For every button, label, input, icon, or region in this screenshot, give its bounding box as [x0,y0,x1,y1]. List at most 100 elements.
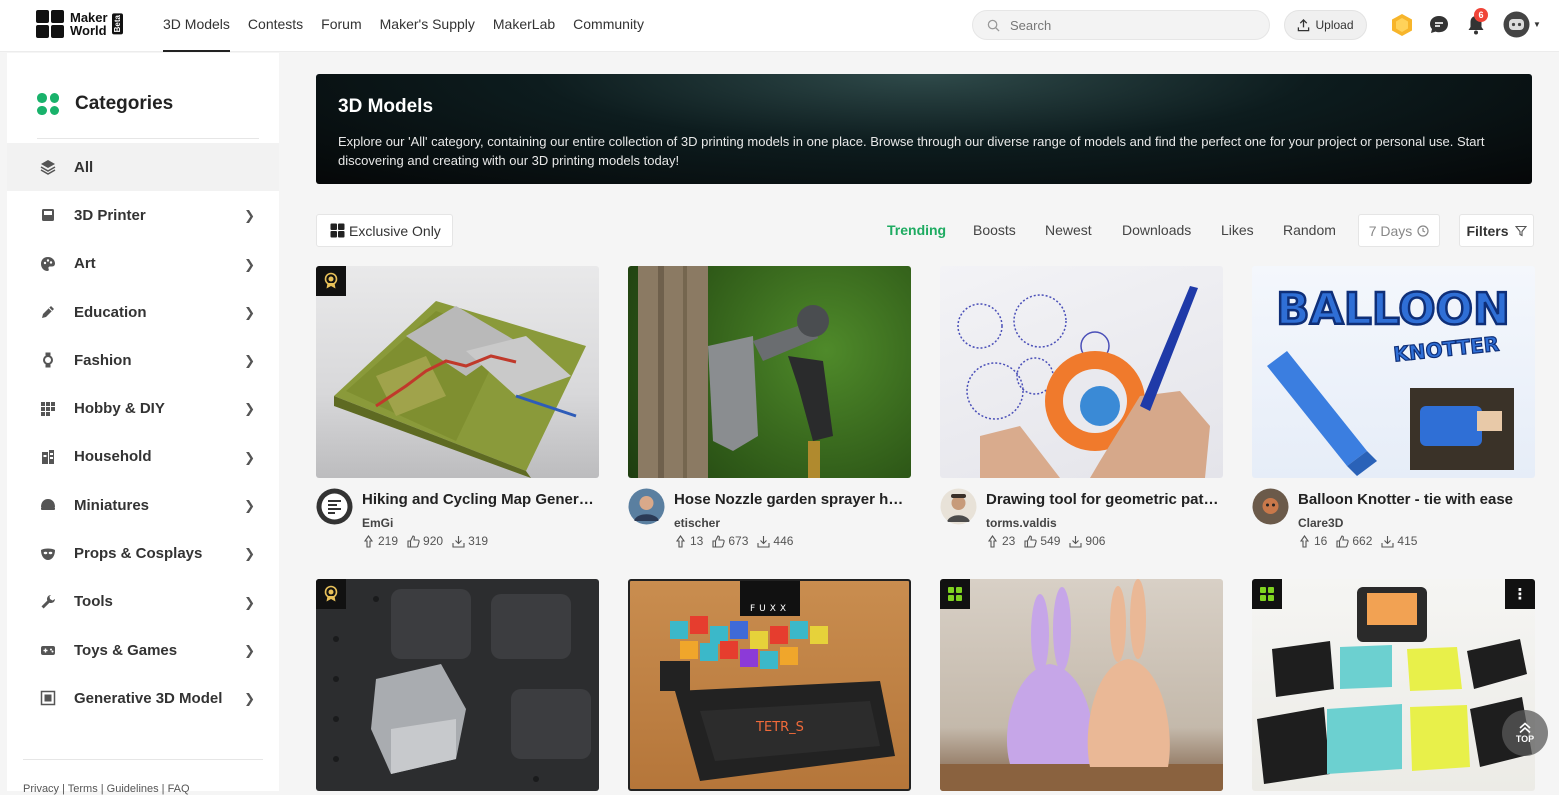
message-icon[interactable] [1427,13,1451,37]
scroll-to-top-button[interactable]: TOP [1502,710,1548,756]
model-title[interactable]: Hiking and Cycling Map Generator [362,491,599,508]
notification-badge: 6 [1474,8,1488,22]
category-label: Fashion [74,351,132,369]
model-title[interactable]: Balloon Knotter - tie with ease [1298,491,1535,508]
sort-boosts[interactable]: Boosts [973,222,1016,238]
cube-frame-icon [39,689,57,707]
like-count: 662 [1352,534,1373,548]
category-toys-games[interactable]: Toys & Games ❯ [7,626,279,674]
category-generative-3d-model[interactable]: Generative 3D Model ❯ [7,674,279,722]
exclusive-only-toggle[interactable]: Exclusive Only [316,214,453,247]
model-card[interactable]: Hose Nozzle garden sprayer holder etisch… [628,266,911,548]
model-thumbnail[interactable] [628,266,911,478]
author-name[interactable]: etischer [674,516,720,530]
footer-link-terms[interactable]: Terms [68,783,98,795]
model-card[interactable] [940,579,1223,791]
upload-button[interactable]: Upload [1284,10,1367,40]
model-thumbnail[interactable]: BALLOON KNOTTER [1252,266,1535,478]
like-count: 673 [728,534,749,548]
category-household[interactable]: Household ❯ [7,433,279,481]
filters-label: Filters [1466,222,1509,239]
author-avatar[interactable] [628,488,665,525]
nav-makers-supply[interactable]: Maker's Supply [380,0,475,52]
nav-3d-models[interactable]: 3D Models [163,0,230,52]
user-menu[interactable]: ▼ [1503,11,1541,38]
author-avatar[interactable] [1252,488,1289,525]
like-count: 549 [1040,534,1061,548]
search-box[interactable] [972,10,1270,40]
chevron-right-icon: ❯ [244,449,255,465]
sort-downloads[interactable]: Downloads [1122,222,1191,238]
category-label: Household [74,448,152,466]
category-banner: 3D Models Explore our 'All' category, co… [316,74,1532,184]
model-card[interactable] [316,579,599,791]
author-avatar[interactable] [940,488,977,525]
model-title[interactable]: Drawing tool for geometric patterns [986,491,1223,508]
category-education[interactable]: Education ❯ [7,288,279,336]
model-thumbnail[interactable]: ⋮ [1252,579,1535,791]
chevron-right-icon: ❯ [244,594,255,610]
model-card[interactable]: FUXX TETR_S [628,579,911,791]
more-options-icon[interactable]: ⋮ [1505,579,1535,609]
logo-line-2: World [70,23,107,38]
footer-link-faq[interactable]: FAQ [168,783,190,795]
footer-link-privacy[interactable]: Privacy [23,783,59,795]
model-thumbnail[interactable] [316,579,599,791]
model-card[interactable]: ⋮ [1252,579,1535,791]
sort-trending[interactable]: Trending [887,222,946,238]
category-3d-printer[interactable]: 3D Printer ❯ [7,191,279,239]
printer-icon [39,206,57,224]
category-hobby-diy[interactable]: Hobby & DIY ❯ [7,384,279,432]
nav-forum[interactable]: Forum [321,0,361,52]
tetris-puzzle-image: FUXX TETR_S [660,581,895,781]
model-thumbnail[interactable]: FUXX TETR_S [628,579,911,791]
nav-makerlab[interactable]: MakerLab [493,0,555,52]
page-title: 3D Models [338,96,434,117]
model-title[interactable]: Hose Nozzle garden sprayer holder [674,491,911,508]
watch-icon [39,351,57,369]
nav-community[interactable]: Community [573,0,644,52]
categories-icon [37,93,59,115]
palette-icon [39,255,57,273]
category-list: All 3D Printer ❯ Art ❯ Education ❯ Fashi… [7,143,279,723]
sort-newest[interactable]: Newest [1045,222,1092,238]
category-art[interactable]: Art ❯ [7,240,279,288]
search-input[interactable] [1010,17,1250,33]
wrench-icon [39,593,57,611]
author-name[interactable]: torms.valdis [986,516,1057,530]
author-name[interactable]: EmGi [362,516,393,530]
author-avatar[interactable] [316,488,353,525]
thumbs-up-icon [712,534,726,548]
nav-contests[interactable]: Contests [248,0,303,52]
model-thumbnail[interactable] [316,266,599,478]
model-thumbnail[interactable] [940,579,1223,791]
download-count: 446 [773,534,794,548]
category-all[interactable]: All [7,143,279,192]
model-thumbnail[interactable] [940,266,1223,478]
filters-button[interactable]: Filters [1459,214,1534,247]
category-label: Hobby & DIY [74,400,165,418]
categories-title: Categories [75,93,174,114]
double-chevron-up-icon [1519,722,1531,734]
balloon-title-text: BALLOON [1276,284,1510,335]
model-card[interactable]: Drawing tool for geometric patterns torm… [940,266,1223,548]
thumbs-up-icon [1336,534,1350,548]
layers-icon [39,158,57,176]
makerworld-logo[interactable]: Maker World Beta [36,10,123,38]
model-card[interactable]: Hiking and Cycling Map Generator EmGi 21… [316,266,599,548]
logo-mark-icon [36,10,64,38]
category-fashion[interactable]: Fashion ❯ [7,336,279,384]
points-hexagon-icon[interactable] [1390,13,1414,37]
category-miniatures[interactable]: Miniatures ❯ [7,481,279,529]
time-period-select[interactable]: 7 Days [1358,214,1440,247]
category-tools[interactable]: Tools ❯ [7,578,279,626]
download-icon [452,535,465,548]
helmet-icon [39,496,57,514]
sort-likes[interactable]: Likes [1221,222,1254,238]
footer-link-guidelines[interactable]: Guidelines [107,783,159,795]
category-props-cosplays[interactable]: Props & Cosplays ❯ [7,529,279,577]
model-card[interactable]: BALLOON KNOTTER Balloon Knotter - tie wi… [1252,266,1535,548]
author-name[interactable]: Clare3D [1298,516,1343,530]
sort-random[interactable]: Random [1283,222,1336,238]
model-stats: 23 549 906 [986,534,1114,548]
